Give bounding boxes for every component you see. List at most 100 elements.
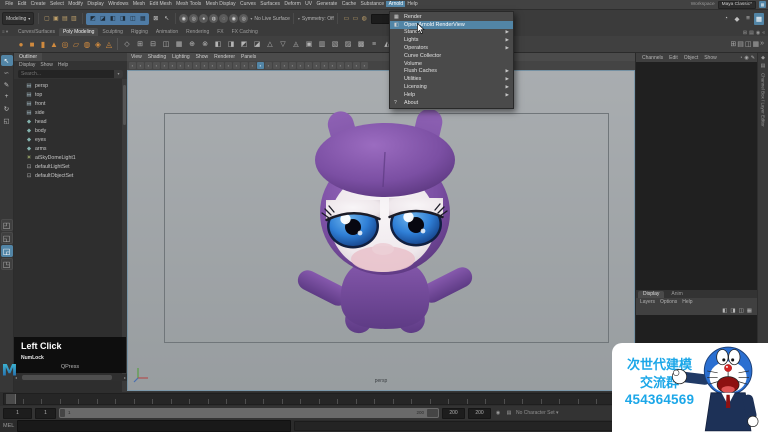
shaded-icon[interactable]: ▪ (273, 62, 280, 69)
menu-surfaces[interactable]: Surfaces (258, 1, 282, 7)
textured-icon[interactable]: ▪ (281, 62, 288, 69)
move-layer-up-icon[interactable]: ◫ (739, 308, 744, 314)
outliner-item-defaultobjectset[interactable]: ⊡ defaultObjectSet (14, 171, 122, 180)
divider[interactable] (174, 13, 176, 24)
multisample-aa-icon[interactable]: ▪ (321, 62, 328, 69)
shelf-end-icon-4[interactable]: ▦ (752, 40, 759, 48)
snap-icon-7[interactable]: ◎ (239, 14, 249, 23)
select-tool-icon[interactable]: ↖ (0, 55, 13, 66)
arnold-menu-item-help[interactable]: Help ▶ (390, 91, 513, 99)
sculpt-tool-icon[interactable]: ≡ (368, 39, 380, 50)
outliner-item-aiskydomelight1[interactable]: ☀ aiSkyDomeLight1 (14, 153, 122, 162)
snap-icon-2[interactable]: ◎ (189, 14, 199, 23)
edit-icon[interactable]: ✎ (751, 55, 755, 61)
combine-icon[interactable]: ◨ (225, 39, 237, 50)
outliner-hscrollbar[interactable]: ◂ ▸ (14, 374, 127, 381)
channel-box-icon[interactable]: ≡ (743, 13, 753, 25)
layout-persp-outliner[interactable]: ◲ (0, 245, 13, 257)
menu-edit[interactable]: Edit (15, 1, 28, 7)
snap-icon-5[interactable]: ◌ (219, 14, 229, 23)
cone-icon[interactable]: ▲ (49, 38, 59, 51)
plane-icon[interactable]: ▱ (71, 38, 81, 51)
shadows-icon[interactable]: ▪ (297, 62, 304, 69)
lock-camera-icon[interactable]: ▪ (137, 62, 144, 69)
fog-icon[interactable]: ▪ (337, 62, 344, 69)
arnold-menu-item-standin[interactable]: Standin ▶ (390, 29, 513, 37)
selection-mask-icon-6[interactable]: ▦ (138, 14, 147, 24)
layout-hypershade-persp[interactable]: ◳ (0, 258, 13, 270)
x-ray-icon[interactable]: ▪ (345, 62, 352, 69)
animation-end-field[interactable]: 200 (468, 407, 491, 419)
menu-cache[interactable]: Cache (340, 1, 359, 7)
shelf-tab-poly-modeling[interactable]: Poly Modeling (58, 28, 99, 36)
menu-help[interactable]: Help (405, 1, 420, 7)
layer-menu-help[interactable]: Help (682, 299, 692, 305)
menu-mesh-tools[interactable]: Mesh Tools (174, 1, 204, 7)
spin-edge-icon[interactable]: ▨ (342, 39, 354, 50)
menu-substance[interactable]: Substance (358, 1, 386, 7)
resolution-gate-icon[interactable]: ▪ (201, 62, 208, 69)
viewport-menu-lighting[interactable]: Lighting (172, 54, 190, 60)
search-input[interactable] (18, 71, 114, 77)
layer-menu-layers[interactable]: Layers (640, 299, 655, 305)
cylinder-icon[interactable]: ▮ (38, 38, 48, 51)
motion-blur-icon[interactable]: ▪ (313, 62, 320, 69)
chevron-down-icon[interactable]: ▾ (250, 16, 252, 21)
menu-select[interactable]: Select (48, 1, 66, 7)
outliner-tab[interactable]: Outliner (14, 53, 43, 61)
render-icon-1[interactable]: ▭ (342, 14, 351, 24)
menu-edit-mesh[interactable]: Edit Mesh (147, 1, 174, 7)
2d-pan-zoom-icon[interactable]: ▪ (169, 62, 176, 69)
bridge-icon[interactable]: ⊟ (147, 39, 159, 50)
modeling-toolkit-icon[interactable]: ▦ (754, 12, 764, 25)
bevel-icon[interactable]: ⊞ (134, 39, 146, 50)
arnold-menu-item-render[interactable]: ▦ Render (390, 13, 513, 21)
torus-icon[interactable]: ◎ (60, 38, 70, 51)
layer-tab-anim[interactable]: Anim (666, 291, 687, 298)
channel-menu-channels[interactable]: Channels (642, 55, 663, 61)
empty-layer-icon[interactable]: ▦ (747, 308, 752, 314)
shelf-tab-sculpting[interactable]: Sculpting (98, 28, 127, 36)
outliner-item-front[interactable]: ▤ front (14, 99, 122, 108)
multi-cut-icon[interactable]: ◫ (160, 39, 172, 50)
divider[interactable] (37, 13, 39, 24)
cube-icon[interactable]: ■ (27, 38, 37, 51)
outliner-item-arms[interactable]: ◆ arms (14, 144, 122, 153)
sphere-icon[interactable]: ● (16, 38, 26, 51)
layer-menu-options[interactable]: Options (660, 299, 677, 305)
outliner-menu-show[interactable]: Show (40, 62, 53, 68)
filter-icon[interactable]: ▾ (114, 70, 123, 78)
highlight-selection-icon[interactable]: ↖ (162, 14, 171, 24)
menu-display[interactable]: Display (85, 1, 106, 7)
command-input[interactable] (17, 420, 292, 432)
snap-icon-1[interactable]: ◉ (179, 14, 189, 23)
move-tool-icon[interactable]: + (1, 91, 13, 102)
use-all-lights-icon[interactable]: ▪ (289, 62, 296, 69)
selection-mask-icon-4[interactable]: ◨ (118, 14, 127, 24)
duplicate-face-icon[interactable]: ▣ (303, 39, 315, 50)
camera-attributes-icon[interactable]: ▪ (145, 62, 152, 69)
shelf-tab-fx-caching[interactable]: FX Caching (228, 28, 262, 36)
gamma-icon[interactable]: ▪ (361, 62, 368, 69)
lock-icon[interactable]: ⊠ (151, 14, 160, 24)
viewport-menu-view[interactable]: View (131, 54, 142, 60)
range-handle-right[interactable] (427, 409, 438, 417)
character-model[interactable] (290, 110, 480, 335)
animation-start-field[interactable]: 1 (3, 407, 32, 419)
poke-icon[interactable]: ◬ (290, 39, 302, 50)
wireframe-icon[interactable]: ▪ (265, 62, 272, 69)
menu-curves[interactable]: Curves (238, 1, 258, 7)
selection-mask-icon-2[interactable]: ◪ (98, 14, 107, 24)
divider[interactable] (81, 13, 83, 24)
separate-icon[interactable]: ◩ (238, 39, 250, 50)
field-chart-icon[interactable]: ▪ (217, 62, 224, 69)
menu-deform[interactable]: Deform (282, 1, 303, 7)
arnold-menu-item-operators[interactable]: Operators ▶ (390, 44, 513, 52)
select-camera-icon[interactable]: ▪ (129, 62, 136, 69)
shelf-end-icon-3[interactable]: ◫ (745, 40, 752, 48)
menu-generate[interactable]: Generate (314, 1, 339, 7)
crease-tool-icon[interactable]: ▧ (329, 39, 341, 50)
anim-prefs-icon[interactable]: ▤ (505, 409, 513, 418)
tool-settings-icon[interactable]: ◆ (732, 13, 742, 25)
ambient-occlusion-icon[interactable]: ▪ (305, 62, 312, 69)
